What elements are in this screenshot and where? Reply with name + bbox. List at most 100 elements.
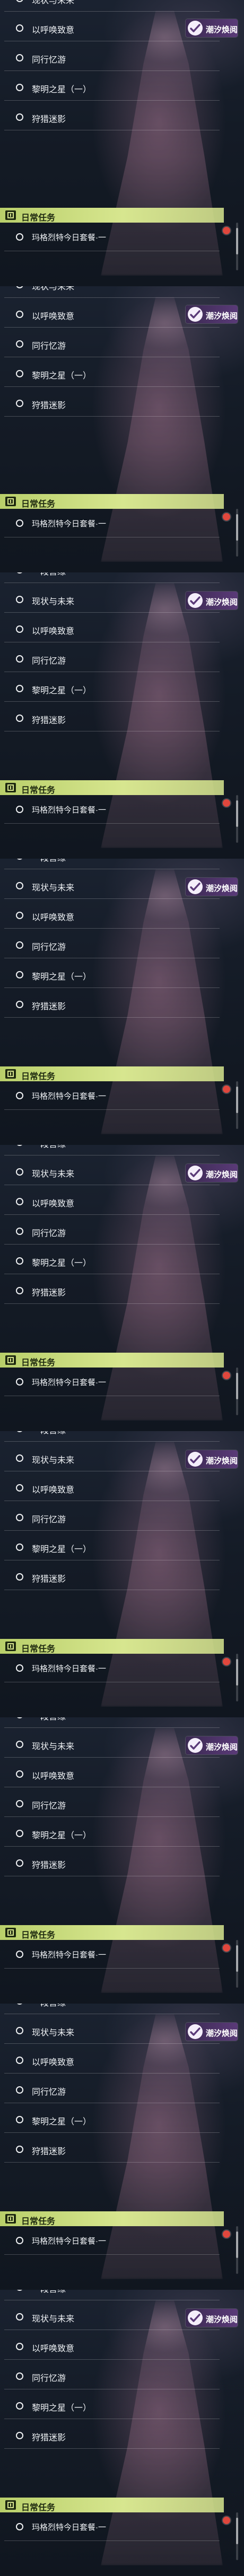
circle-icon	[16, 912, 23, 919]
quest-item[interactable]: 同行忆游	[4, 645, 220, 672]
badge[interactable]: 潮汐焕阅	[186, 2309, 238, 2327]
quest-item[interactable]: 以呼唤致意	[4, 2046, 220, 2074]
scrollbar[interactable]	[236, 2226, 238, 2274]
daily-task-icon	[5, 497, 16, 506]
quest-item[interactable]: 狩猎迷影	[4, 704, 220, 731]
badge[interactable]: 潮汐焕阅	[186, 19, 238, 37]
quest-item[interactable]: 同行忆游	[4, 2076, 220, 2103]
daily-task-header[interactable]: 日常任务	[0, 208, 224, 223]
scrollbar[interactable]	[236, 1940, 238, 1988]
circle-icon	[16, 519, 23, 527]
scrollbar[interactable]	[236, 509, 238, 557]
quest-item[interactable]: 一段善缘	[4, 1717, 220, 1728]
scrollbar[interactable]	[236, 1081, 238, 1129]
quest-item[interactable]: 一段善缘	[4, 2290, 220, 2300]
quest-label: 以呼唤致意	[32, 1199, 75, 1208]
scrollbar-thumb[interactable]	[236, 2231, 238, 2258]
badge[interactable]: 潮汐焕阅	[186, 1164, 238, 1182]
quest-item[interactable]: 黎明之星（一）	[4, 359, 220, 387]
quest-item[interactable]: 狩猎迷影	[4, 990, 220, 1018]
scrollbar-thumb[interactable]	[236, 2518, 238, 2544]
quest-item[interactable]: 一段善缘	[4, 572, 220, 583]
quest-item[interactable]: 狩猎迷影	[4, 1276, 220, 1304]
daily-task-item[interactable]: 玛格烈特今日套餐·一	[4, 1654, 220, 1682]
quest-item[interactable]: 以呼唤致意	[4, 1760, 220, 1787]
quest-item[interactable]: 黎明之星（一）	[4, 73, 220, 101]
quest-item[interactable]: 狩猎迷影	[4, 103, 220, 130]
quest-item[interactable]: 狩猎迷影	[4, 2421, 220, 2449]
quest-item[interactable]: 黎明之星（一）	[4, 960, 220, 988]
daily-task-header[interactable]: 日常任务	[0, 494, 224, 509]
daily-task-item[interactable]: 玛格烈特今日套餐·一	[4, 795, 220, 824]
daily-task-icon	[5, 2214, 16, 2224]
quest-item[interactable]: 现状与未来	[4, 286, 220, 298]
quest-item[interactable]: 黎明之星（一）	[4, 2392, 220, 2419]
badge[interactable]: 潮汐焕阅	[186, 1450, 238, 1468]
quest-item[interactable]: 黎明之星（一）	[4, 1247, 220, 1274]
badge[interactable]: 潮汐焕阅	[186, 878, 238, 896]
scrollbar-thumb[interactable]	[236, 1373, 238, 1399]
scrollbar-thumb[interactable]	[236, 1945, 238, 1972]
quest-item[interactable]: 狩猎迷影	[4, 1563, 220, 1590]
scrollbar-thumb[interactable]	[236, 1659, 238, 1686]
quest-item[interactable]: 同行忆游	[4, 2362, 220, 2389]
red-alert-dot	[223, 2517, 230, 2524]
quest-item[interactable]: 黎明之星（一）	[4, 2105, 220, 2133]
quest-item[interactable]: 以呼唤致意	[4, 2332, 220, 2360]
daily-task-header[interactable]: 日常任务	[0, 1066, 224, 1081]
quest-item[interactable]: 同行忆游	[4, 1217, 220, 1245]
badge[interactable]: 潮汐焕阅	[186, 2023, 238, 2041]
quest-label: 以呼唤致意	[32, 913, 75, 922]
quest-item[interactable]: 狩猎迷影	[4, 2135, 220, 2163]
daily-task-icon	[5, 210, 16, 220]
daily-task-header[interactable]: 日常任务	[0, 1353, 224, 1368]
daily-task-header[interactable]: 日常任务	[0, 1639, 224, 1654]
quest-item[interactable]: 以呼唤致意	[4, 615, 220, 642]
quest-item[interactable]: 同行忆游	[4, 330, 220, 357]
badge[interactable]: 潮汐焕阅	[186, 592, 238, 610]
daily-task-header[interactable]: 日常任务	[0, 2498, 224, 2512]
quest-item[interactable]: 同行忆游	[4, 1789, 220, 1817]
scrollbar-thumb[interactable]	[236, 1087, 238, 1113]
quest-item[interactable]: 一段善缘	[4, 1145, 220, 1155]
scrollbar-thumb[interactable]	[236, 514, 238, 541]
quest-item[interactable]: 狩猎迷影	[4, 389, 220, 417]
scrollbar[interactable]	[236, 223, 238, 270]
badge[interactable]: 潮汐焕阅	[186, 305, 238, 323]
daily-task-label: 玛格烈特今日套餐·一	[32, 2237, 106, 2246]
daily-task-item[interactable]: 玛格烈特今日套餐·一	[4, 223, 220, 251]
quest-item[interactable]: 一段善缘	[4, 1431, 220, 1442]
daily-task-header[interactable]: 日常任务	[0, 1925, 224, 1940]
quest-item[interactable]: 黎明之星（一）	[4, 1533, 220, 1560]
daily-task-item[interactable]: 玛格烈特今日套餐·一	[4, 1081, 220, 1110]
daily-task-header[interactable]: 日常任务	[0, 780, 224, 795]
quest-item[interactable]: 同行忆游	[4, 1503, 220, 1531]
scrollbar[interactable]	[236, 2512, 238, 2560]
daily-task-item[interactable]: 玛格烈特今日套餐·一	[4, 2512, 220, 2541]
quest-item[interactable]: 同行忆游	[4, 931, 220, 958]
scrollbar[interactable]	[236, 1654, 238, 1701]
quest-item[interactable]: 狩猎迷影	[4, 1849, 220, 1876]
quest-item[interactable]: 黎明之星（一）	[4, 1819, 220, 1847]
quest-item[interactable]: 以呼唤致意	[4, 1474, 220, 1501]
daily-task-item[interactable]: 玛格烈特今日套餐·一	[4, 2226, 220, 2255]
daily-task-item[interactable]: 玛格烈特今日套餐·一	[4, 1368, 220, 1396]
scrollbar[interactable]	[236, 1368, 238, 1415]
circle-icon	[16, 2237, 23, 2244]
daily-task-header[interactable]: 日常任务	[0, 2211, 224, 2226]
quest-item[interactable]: 黎明之星（一）	[4, 674, 220, 702]
quest-item[interactable]: 以呼唤致意	[4, 901, 220, 929]
badge[interactable]: 潮汐焕阅	[186, 1736, 238, 1754]
daily-task-item[interactable]: 玛格烈特今日套餐·一	[4, 509, 220, 537]
scrollbar-thumb[interactable]	[236, 228, 238, 254]
scrollbar-thumb[interactable]	[236, 800, 238, 827]
quest-item[interactable]: 一段善缘	[4, 859, 220, 869]
quest-item[interactable]: 以呼唤致意	[4, 1187, 220, 1215]
quest-item[interactable]: 现状与未来	[4, 0, 220, 12]
daily-task-item[interactable]: 玛格烈特今日套餐·一	[4, 1940, 220, 1969]
quest-item[interactable]: 一段善缘	[4, 2004, 220, 2014]
scrollbar[interactable]	[236, 795, 238, 843]
circle-icon	[16, 54, 23, 61]
quest-item[interactable]: 同行忆游	[4, 43, 220, 71]
quest-label: 一段善缘	[32, 572, 66, 577]
